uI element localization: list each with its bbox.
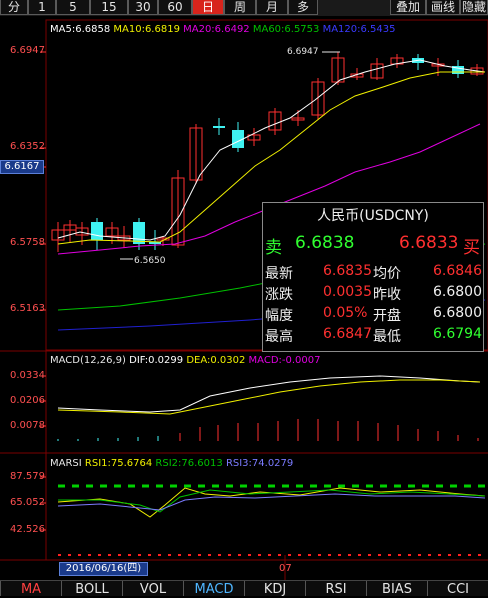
legend-item: MACD:-0.0007	[248, 355, 321, 366]
tab-macd[interactable]: MACD	[183, 581, 244, 597]
kline-y-tick: 6.6947	[10, 45, 45, 56]
high-price-marker: 6.6947	[287, 47, 319, 57]
quote-field-value: 6.6846	[433, 263, 482, 279]
legend-item: DIF:0.0299	[129, 355, 187, 366]
legend-item: MA5:6.6858	[50, 24, 114, 35]
quote-field-label: 均价	[373, 266, 401, 282]
legend-item: RSI3:74.0279	[225, 458, 294, 469]
legend-item: MACD(12,26,9)	[50, 355, 130, 366]
low-price-marker: 6.5650	[134, 256, 166, 266]
indicator-tabs: MA BOLL VOL MACD KDJ RSI BIAS CCI	[0, 580, 488, 597]
instrument-title: 人民币(USDCNY)	[317, 208, 429, 224]
tab-cci[interactable]: CCI	[427, 581, 488, 597]
quote-field-value: 0.05%	[323, 305, 368, 321]
quote-field-value: 6.6800	[433, 305, 482, 321]
buy-price: 6.6833	[399, 233, 459, 253]
tab-vol[interactable]: VOL	[122, 581, 183, 597]
cursor-date-label: 2016/06/16(四)	[59, 562, 148, 576]
quote-field-value: 0.0035	[323, 284, 372, 300]
quote-field-label: 最低	[373, 329, 401, 345]
quote-field-label: 最新	[265, 266, 293, 282]
rsi2-line	[58, 489, 486, 513]
ma-legend: MA5:6.6858 MA10:6.6819 MA20:6.6492 MA60:…	[50, 24, 396, 35]
macd-y-tick: 0.0078	[10, 420, 45, 431]
legend-item: MARSI	[50, 458, 85, 469]
macd-y-tick: 0.0206	[10, 395, 45, 406]
kline-y-tick: 6.6352	[10, 141, 45, 152]
quote-field-label: 幅度	[265, 308, 293, 324]
kline-y-tick: 6.5163	[10, 303, 45, 314]
quote-field-value: 6.6847	[323, 326, 372, 342]
quote-field-label: 涨跌	[265, 287, 293, 303]
sell-label: 卖	[265, 238, 282, 258]
quote-field-value: 6.6835	[323, 263, 372, 279]
quote-field-value: 6.6794	[433, 326, 482, 342]
macd-y-tick: 0.0334	[10, 370, 45, 381]
quote-field-label: 开盘	[373, 308, 401, 324]
sell-price: 6.6838	[295, 233, 355, 253]
month-label: 07	[279, 563, 292, 574]
candle-body	[91, 222, 103, 240]
rsi-legend: MARSI RSI1:75.6764 RSI2:76.6013 RSI3:74.…	[50, 458, 293, 469]
tab-boll[interactable]: BOLL	[61, 581, 122, 597]
tab-rsi[interactable]: RSI	[305, 581, 366, 597]
rsi3-line	[57, 493, 486, 511]
rsi-y-tick: 87.579	[10, 471, 45, 482]
legend-item: RSI1:75.6764	[84, 458, 156, 469]
buy-label: 买	[463, 238, 480, 258]
rsi-y-tick: 65.052	[10, 497, 45, 508]
quote-field-label: 最高	[265, 329, 293, 345]
quote-field-label: 昨收	[373, 287, 401, 303]
tab-bias[interactable]: BIAS	[366, 581, 427, 597]
rsi-y-tick: 42.526	[10, 524, 45, 535]
macd-legend: MACD(12,26,9) DIF:0.0299 DEA:0.0302 MACD…	[50, 355, 321, 366]
legend-item: DEA:0.0302	[186, 355, 249, 366]
legend-item: MA10:6.6819	[113, 24, 184, 35]
legend-item: MA60:6.5753	[252, 24, 323, 35]
tab-kdj[interactable]: KDJ	[244, 581, 305, 597]
quote-field-value: 6.6800	[433, 284, 482, 300]
candle-body	[213, 126, 225, 128]
legend-item: MA20:6.6492	[183, 24, 253, 35]
current-price-tag: 6.6167	[0, 160, 44, 174]
legend-item: RSI2:76.6013	[155, 458, 226, 469]
quote-info-panel: 人民币(USDCNY) 卖 6.6838 6.6833 买 最新 6.6835 均价…	[262, 202, 484, 352]
kline-y-tick: 6.5758	[10, 237, 45, 248]
tab-ma[interactable]: MA	[0, 581, 61, 597]
legend-item: MA120:6.5435	[322, 24, 396, 35]
